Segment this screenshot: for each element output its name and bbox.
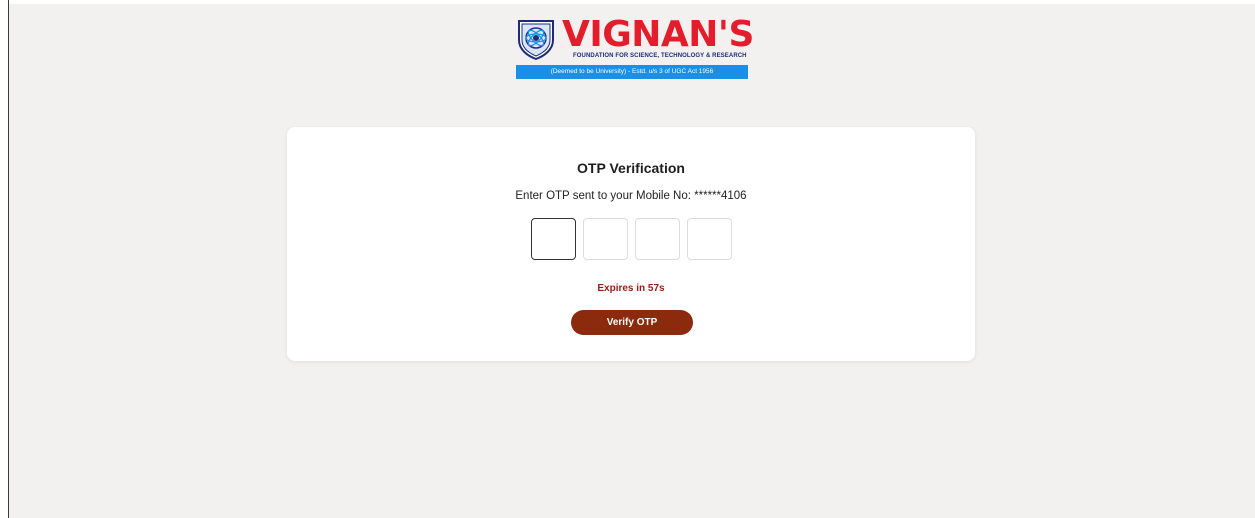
vignan-logo: VIGNAN'S FOUNDATION FOR SCIENCE, TECHNOL… [516,14,756,82]
otp-digit-3[interactable] [635,218,680,260]
verify-otp-button[interactable]: Verify OTP [571,310,693,335]
logo-band: (Deemed to be University) - Estd. u/s 3 … [516,65,748,79]
logo-subtitle: FOUNDATION FOR SCIENCE, TECHNOLOGY & RES… [573,53,747,59]
otp-title: OTP Verification [577,160,685,176]
otp-description: Enter OTP sent to your Mobile No: ******… [515,190,747,202]
otp-card: OTP Verification Enter OTP sent to your … [287,127,975,361]
otp-digit-4[interactable] [687,218,732,260]
otp-digit-2[interactable] [583,218,628,260]
logo-title: VIGNAN'S [562,14,754,55]
window-left-border [0,0,9,518]
otp-input-group [531,218,732,261]
page-background: VIGNAN'S FOUNDATION FOR SCIENCE, TECHNOL… [9,4,1255,518]
otp-digit-1[interactable] [531,218,576,260]
university-emblem-icon [518,20,554,60]
otp-expiry-timer: Expires in 57s [597,283,665,294]
